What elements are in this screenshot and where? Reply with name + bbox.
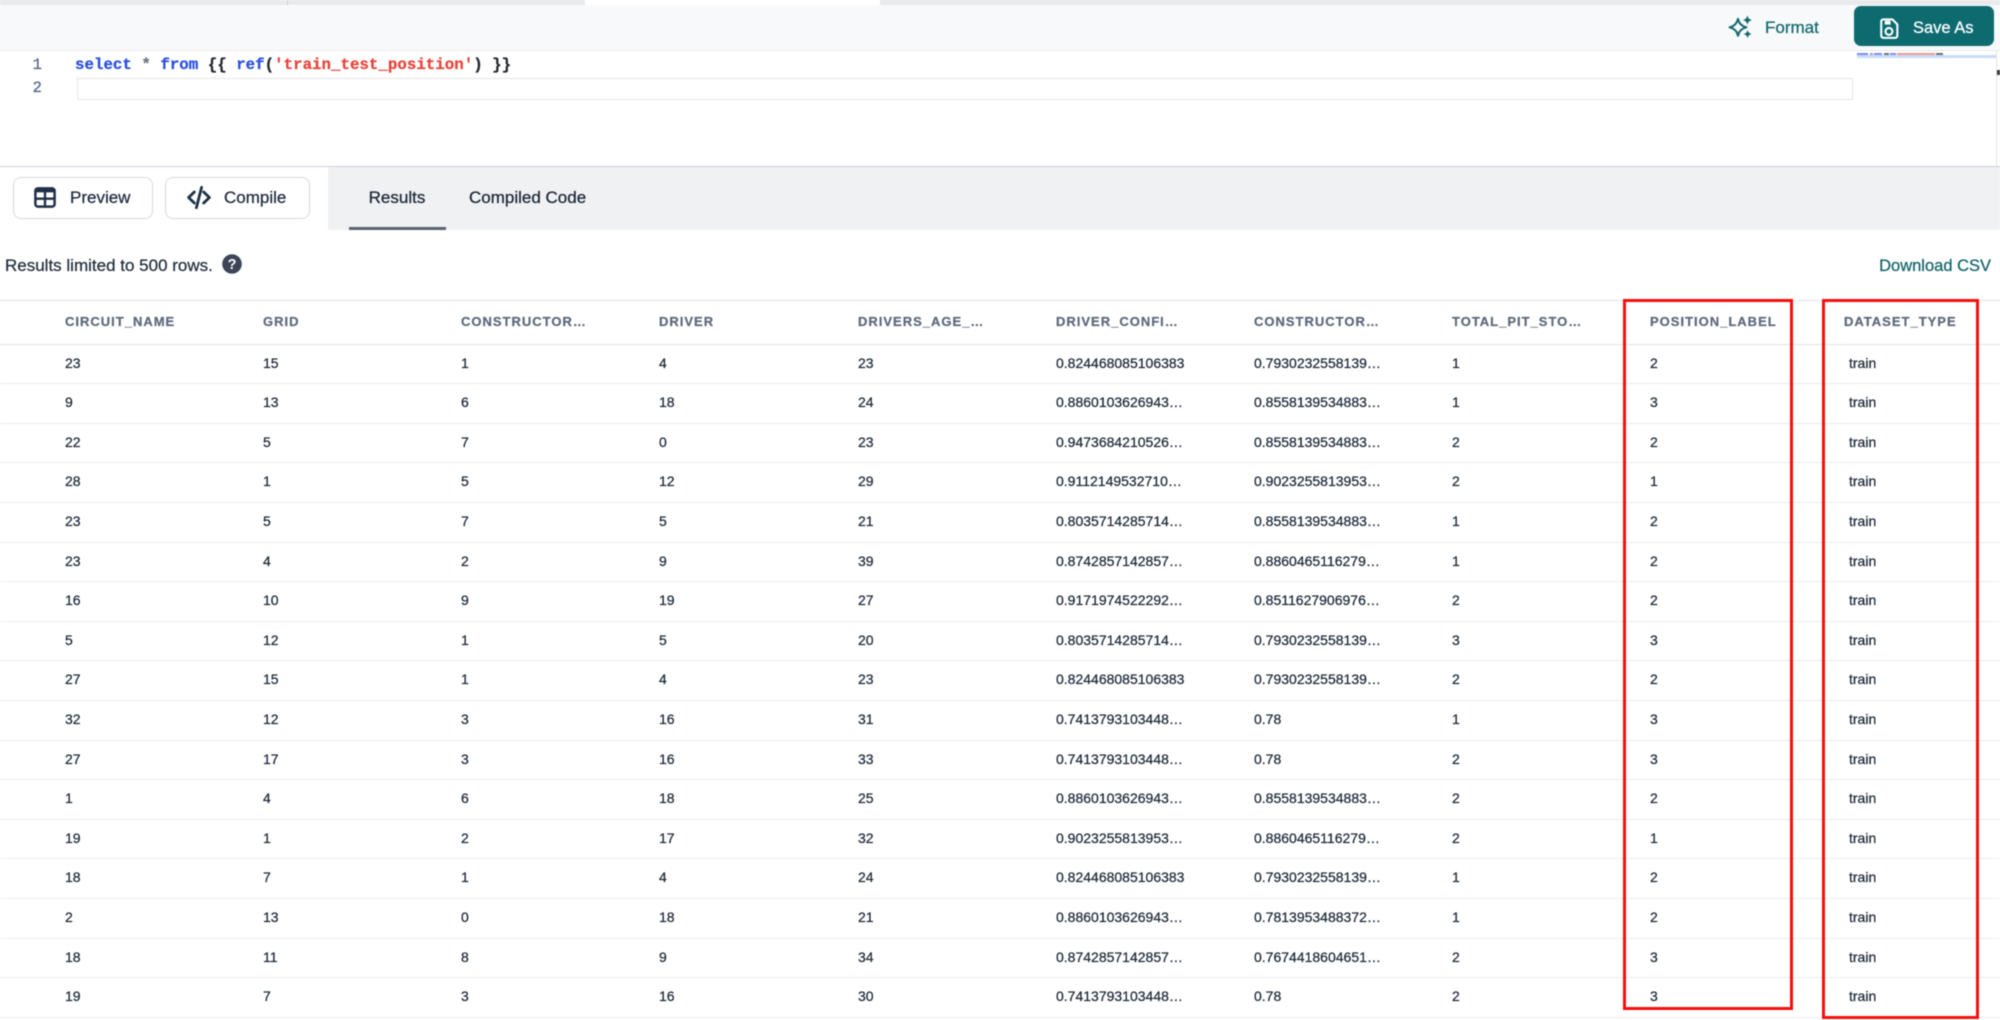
svg-text:?: ? bbox=[228, 257, 237, 273]
